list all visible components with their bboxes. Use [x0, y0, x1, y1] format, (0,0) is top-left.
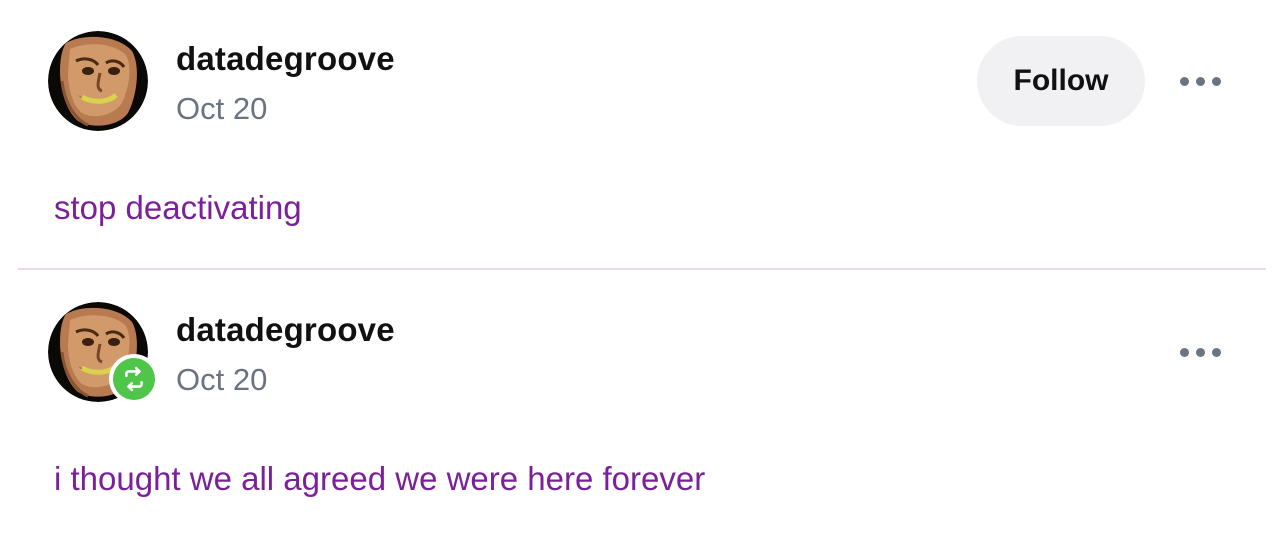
- post-date[interactable]: Oct 20: [176, 361, 267, 399]
- post-username[interactable]: datadegroove: [176, 310, 395, 350]
- reblog-icon: [113, 358, 155, 400]
- reblog-arrows-icon: [125, 366, 143, 392]
- reblog-post-card: datadegroove Oct 20 i thought we all agr…: [0, 271, 1284, 552]
- follow-button[interactable]: Follow: [977, 36, 1145, 126]
- post-date[interactable]: Oct 20: [176, 90, 267, 128]
- reblog-badge: [109, 354, 159, 404]
- more-options-button[interactable]: [1172, 332, 1228, 372]
- avatar[interactable]: [48, 31, 148, 131]
- post-username[interactable]: datadegroove: [176, 39, 395, 79]
- avatar-image: [48, 31, 148, 131]
- more-dots-icon: [1195, 76, 1205, 86]
- post-body-text: stop deactivating: [54, 189, 302, 226]
- more-dots-icon: [1179, 347, 1189, 357]
- more-dots-icon: [1211, 76, 1221, 86]
- more-dots-icon: [1195, 347, 1205, 357]
- more-dots-icon: [1179, 76, 1189, 86]
- more-options-button[interactable]: [1172, 61, 1228, 101]
- avatar[interactable]: [48, 302, 159, 404]
- post-divider: [18, 268, 1266, 270]
- more-dots-icon: [1211, 347, 1221, 357]
- post-card: datadegroove Oct 20 Follow stop deactiva…: [0, 0, 1284, 269]
- post-body-text: i thought we all agreed we were here for…: [54, 460, 706, 497]
